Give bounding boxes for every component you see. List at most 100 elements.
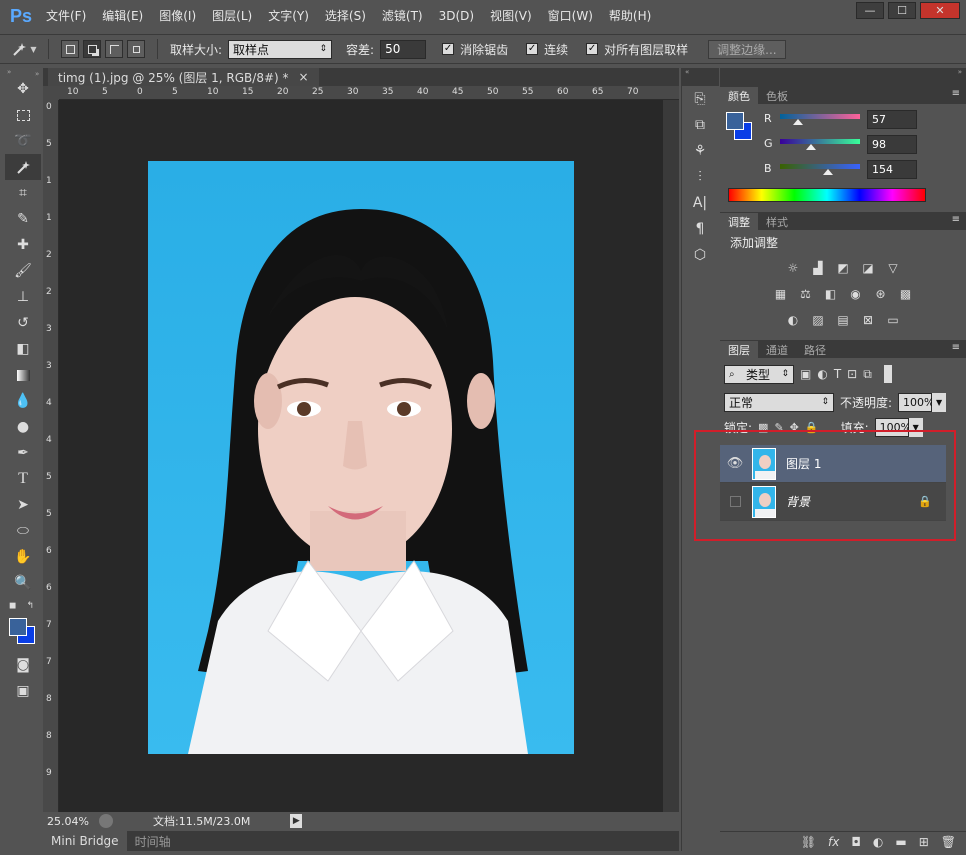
- healing-brush-tool-icon[interactable]: ✚: [5, 232, 41, 258]
- add-mask-icon[interactable]: ◘: [851, 835, 861, 849]
- menu-layer[interactable]: 图层(L): [204, 0, 260, 33]
- menu-file[interactable]: 文件(F): [38, 0, 94, 33]
- screen-mode-icon[interactable]: ▣: [5, 678, 41, 704]
- delete-layer-icon[interactable]: 🗑: [941, 835, 956, 849]
- tool-preset-picker[interactable]: ▼: [6, 38, 42, 60]
- menu-view[interactable]: 视图(V): [482, 0, 540, 33]
- green-slider[interactable]: G 98: [720, 133, 966, 158]
- tab-mini-bridge[interactable]: Mini Bridge: [43, 831, 127, 851]
- panel-menu-icon[interactable]: ≡: [952, 88, 960, 99]
- status-info-icon[interactable]: [99, 814, 113, 828]
- tab-timeline[interactable]: 时间轴: [127, 831, 179, 851]
- green-value-input[interactable]: 98: [867, 135, 917, 154]
- new-layer-icon[interactable]: ⊞: [919, 835, 929, 849]
- red-slider[interactable]: R 57: [720, 108, 966, 133]
- panel-collapse-icon[interactable]: »: [35, 70, 39, 88]
- posterize-icon[interactable]: ▨: [810, 311, 827, 328]
- history-brush-tool-icon[interactable]: ↺: [5, 310, 41, 336]
- new-group-icon[interactable]: ▬: [895, 835, 906, 849]
- filter-smart-object-icon[interactable]: ⧉: [863, 367, 872, 382]
- black-white-icon[interactable]: ◧: [822, 285, 839, 302]
- path-selection-tool-icon[interactable]: ➤: [5, 492, 41, 518]
- 3d-panel-icon[interactable]: ⬡: [682, 242, 718, 268]
- antialias-checkbox[interactable]: ✓: [442, 43, 455, 55]
- filter-adjustment-icon[interactable]: ◐: [817, 367, 827, 381]
- filter-toggle[interactable]: [883, 365, 892, 383]
- fx-icon[interactable]: fx: [828, 835, 839, 849]
- color-spectrum-bar[interactable]: [728, 188, 926, 202]
- layer-filter-select[interactable]: ⌕ 类型 ⇕: [724, 364, 794, 384]
- clone-stamp-tool-icon[interactable]: ⊥: [5, 284, 41, 310]
- sample-all-checkbox[interactable]: ✓: [586, 43, 599, 55]
- dock-collapse-icon[interactable]: «: [682, 68, 719, 86]
- filter-pixel-icon[interactable]: ▣: [800, 367, 811, 381]
- tolerance-input[interactable]: 50: [380, 39, 427, 59]
- character-panel-icon[interactable]: A|: [682, 190, 718, 216]
- quick-mask-icon[interactable]: ◙: [5, 652, 41, 678]
- canvas[interactable]: [59, 100, 663, 812]
- vertical-ruler[interactable]: 0 5 1 1 2 2 3 3 4 4 5 5 6 6 7 7 8 8 9: [43, 100, 59, 812]
- invert-icon[interactable]: ◐: [785, 311, 802, 328]
- refine-edge-button[interactable]: 调整边缘...: [708, 39, 786, 59]
- zoom-tool-icon[interactable]: 🔍: [5, 570, 41, 596]
- hue-saturation-icon[interactable]: ▦: [772, 285, 789, 302]
- tab-adjustments[interactable]: 调整: [720, 213, 758, 230]
- tab-paths[interactable]: 路径: [796, 341, 834, 358]
- pen-tool-icon[interactable]: ✒: [5, 440, 41, 466]
- panel-menu-icon[interactable]: ≡: [952, 214, 960, 225]
- menu-filter[interactable]: 滤镜(T): [374, 0, 431, 33]
- gradient-map-icon[interactable]: ▭: [885, 311, 902, 328]
- curves-icon[interactable]: ◩: [835, 259, 852, 276]
- menu-3d[interactable]: 3D(D): [431, 0, 482, 33]
- menu-type[interactable]: 文字(Y): [260, 0, 317, 33]
- opacity-input[interactable]: 100%: [898, 392, 935, 412]
- selective-color-icon[interactable]: ⊠: [860, 311, 877, 328]
- subtract-selection-button[interactable]: [105, 40, 123, 58]
- sample-size-select[interactable]: 取样点 ⇕: [228, 39, 333, 59]
- opacity-dropdown-icon[interactable]: ▼: [932, 392, 947, 412]
- brush-tool-icon[interactable]: 🖌: [5, 258, 41, 284]
- levels-icon[interactable]: ▟: [810, 259, 827, 276]
- vertical-scrollbar[interactable]: [663, 100, 679, 812]
- tab-close-icon[interactable]: ×: [299, 70, 309, 84]
- magic-wand-tool-icon[interactable]: [5, 154, 41, 180]
- tab-channels[interactable]: 通道: [758, 341, 796, 358]
- exposure-icon[interactable]: ◪: [860, 259, 877, 276]
- hand-tool-icon[interactable]: ✋: [5, 544, 41, 570]
- properties-panel-icon[interactable]: ⧉: [682, 112, 718, 138]
- menu-edit[interactable]: 编辑(E): [94, 0, 151, 33]
- tab-color[interactable]: 颜色: [720, 87, 758, 104]
- menu-select[interactable]: 选择(S): [317, 0, 374, 33]
- horizontal-ruler[interactable]: 10 5 0 5 10 15 20 25 30 35 40 45 50 55 60 65 70: [59, 86, 679, 100]
- color-balance-icon[interactable]: ⚖: [797, 285, 814, 302]
- default-colors-icon[interactable]: ◼: [9, 601, 16, 611]
- filter-type-icon[interactable]: T: [834, 367, 841, 381]
- brush-panel-icon[interactable]: ⚘: [682, 138, 718, 164]
- history-panel-icon[interactable]: ⎘: [682, 86, 718, 112]
- red-value-input[interactable]: 57: [867, 110, 917, 129]
- contiguous-checkbox[interactable]: ✓: [526, 43, 539, 55]
- tab-layers[interactable]: 图层: [720, 341, 758, 358]
- brush-presets-icon[interactable]: ⫶: [682, 164, 718, 190]
- color-lookup-icon[interactable]: ▩: [897, 285, 914, 302]
- new-adjustment-layer-icon[interactable]: ◐: [873, 835, 883, 849]
- eyedropper-tool-icon[interactable]: ✎: [5, 206, 41, 232]
- menu-window[interactable]: 窗口(W): [540, 0, 601, 33]
- add-selection-button[interactable]: [83, 40, 101, 58]
- new-selection-button[interactable]: [61, 40, 79, 58]
- shape-tool-icon[interactable]: ⬭: [5, 518, 41, 544]
- blue-slider[interactable]: B 154: [720, 158, 966, 183]
- filter-shape-icon[interactable]: ⊡: [847, 367, 857, 381]
- paragraph-panel-icon[interactable]: ¶: [682, 216, 718, 242]
- blue-value-input[interactable]: 154: [867, 160, 917, 179]
- swap-colors-icon[interactable]: ↰: [26, 601, 34, 611]
- gradient-tool-icon[interactable]: [5, 362, 41, 388]
- dodge-tool-icon[interactable]: ●: [5, 414, 41, 440]
- threshold-icon[interactable]: ▤: [835, 311, 852, 328]
- zoom-level[interactable]: 25.04%: [43, 815, 91, 828]
- panel-menu-icon[interactable]: ≡: [952, 342, 960, 353]
- channel-mixer-icon[interactable]: ⊛: [872, 285, 889, 302]
- lasso-tool-icon[interactable]: ➰: [5, 128, 41, 154]
- vibrance-icon[interactable]: ▽: [885, 259, 902, 276]
- tab-swatches[interactable]: 色板: [758, 87, 796, 104]
